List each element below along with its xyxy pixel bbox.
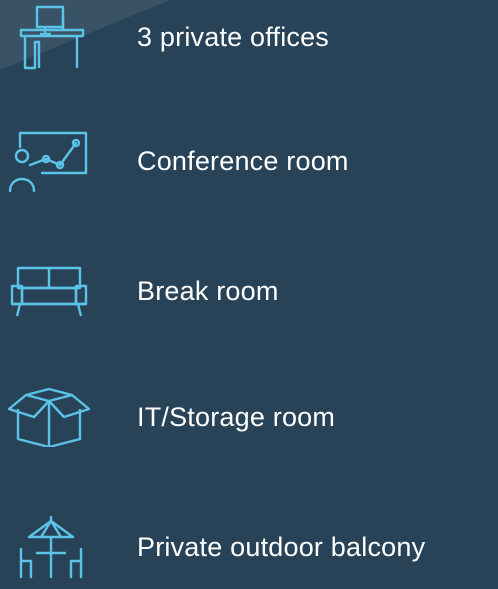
list-item-it-storage-room: IT/Storage room xyxy=(0,382,498,452)
list-item-conference-room: Conference room xyxy=(0,126,498,196)
list-item-outdoor-balcony: Private outdoor balcony xyxy=(0,512,498,582)
amenity-label: Conference room xyxy=(137,145,349,176)
list-item-private-offices: 3 private offices xyxy=(0,2,498,72)
box-icon xyxy=(4,382,94,452)
sofa-icon xyxy=(4,256,94,326)
list-item-break-room: Break room xyxy=(0,256,498,326)
amenity-label: 3 private offices xyxy=(137,21,330,52)
patio-umbrella-icon xyxy=(4,512,94,582)
amenity-label: IT/Storage room xyxy=(137,401,336,432)
amenity-label: Break room xyxy=(137,275,279,306)
amenity-label: Private outdoor balcony xyxy=(137,531,426,562)
desk-icon xyxy=(4,2,94,72)
presentation-icon xyxy=(4,126,94,196)
amenities-list: 3 private offices Conference room Break … xyxy=(0,0,498,589)
